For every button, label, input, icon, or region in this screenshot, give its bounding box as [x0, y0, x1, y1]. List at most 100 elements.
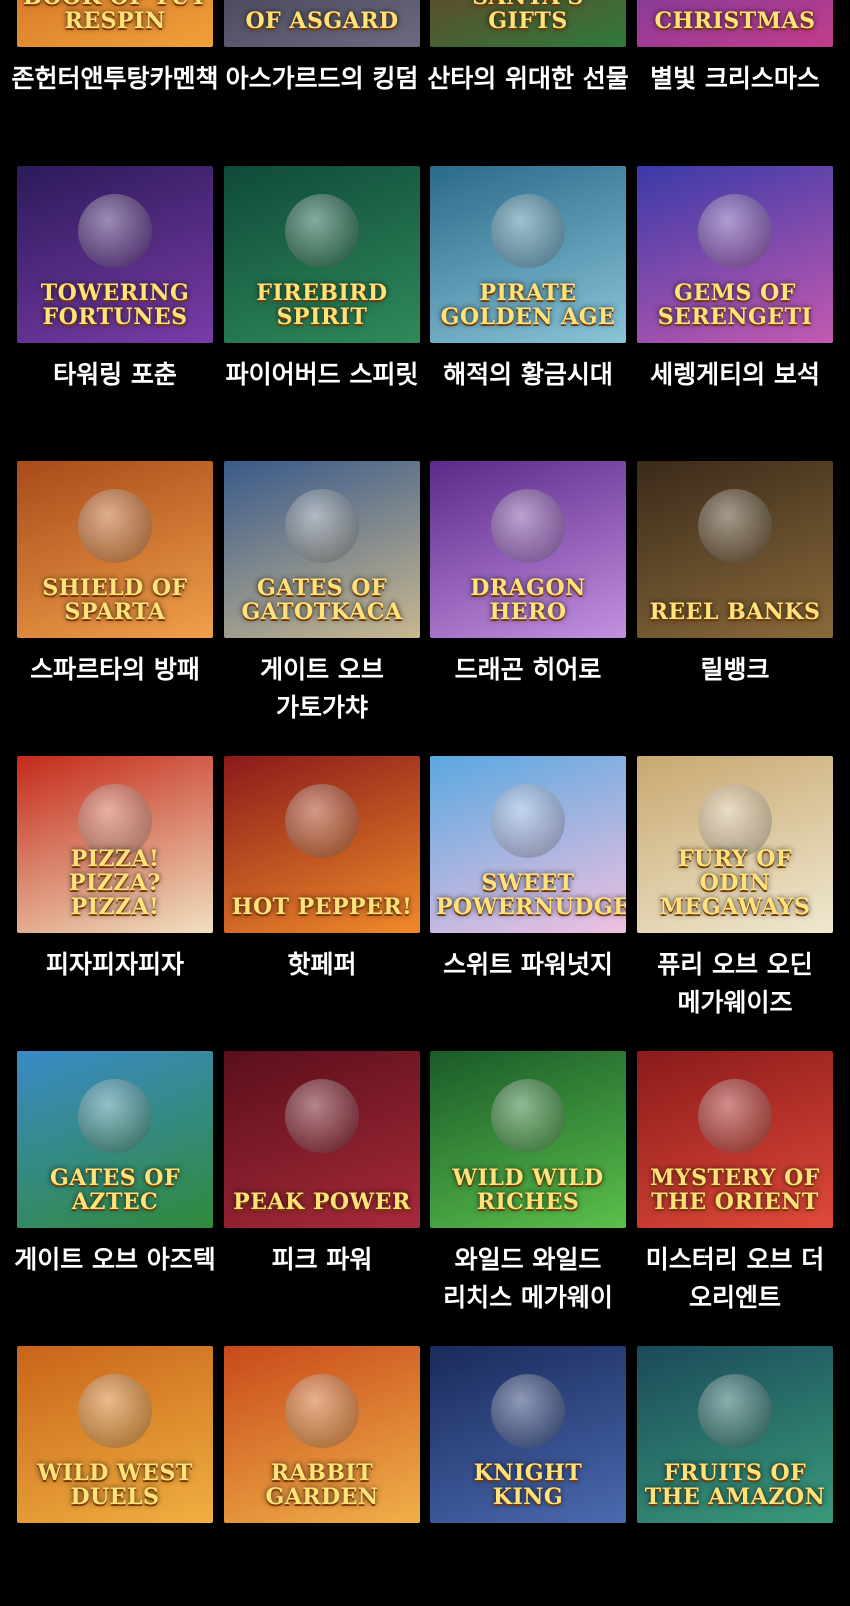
game-title[interactable]: 세렝게티의 보석: [631, 356, 839, 394]
game-title[interactable]: 파이어버드 스피릿: [218, 356, 426, 394]
game-tile[interactable]: FRUITS OF THE AMAZON: [637, 1346, 833, 1606]
game-title[interactable]: 해적의 황금시대: [424, 356, 632, 394]
game-title[interactable]: 핫페퍼: [218, 946, 426, 984]
game-tile[interactable]: Gates of GatotKaca 게이트 오브 가토가챠: [224, 461, 420, 722]
game-character-art: [78, 1374, 152, 1448]
game-logo-text: TOWERING FORTUNES: [40, 280, 190, 330]
game-title[interactable]: 별빛 크리스마스: [631, 60, 839, 98]
game-character-art: [285, 1079, 359, 1153]
game-logo-text: Christmas: [654, 8, 816, 34]
game-title[interactable]: 미스터리 오브 더 오리엔트: [631, 1241, 839, 1317]
game-tile[interactable]: PIZZA! PIZZA? PIZZA! 피자피자피자: [17, 756, 213, 1016]
game-tile[interactable]: PEAK POWER 피크 파워: [224, 1051, 420, 1311]
game-character-art: [698, 1079, 772, 1153]
game-logo-text: REEL BANKS: [649, 599, 821, 625]
game-title[interactable]: 산타의 위대한 선물: [424, 60, 632, 98]
game-tile[interactable]: FIREBIRD Spirit 파이어버드 스피릿: [224, 166, 420, 426]
game-thumbnail[interactable]: FIREBIRD Spirit: [224, 166, 420, 343]
game-title[interactable]: 드래곤 히어로: [424, 651, 632, 689]
game-thumbnail[interactable]: TOWERING FORTUNES: [17, 166, 213, 343]
game-thumbnail[interactable]: KNIGHT KING: [430, 1346, 626, 1523]
game-logo-text: MYSTERY OF THE ORIENT: [650, 1165, 820, 1215]
game-thumbnail[interactable]: FRUITS OF THE AMAZON: [637, 1346, 833, 1523]
game-logo-text: OF ASGARD: [245, 8, 399, 34]
game-title[interactable]: 게이트 오브 가토가챠: [218, 651, 426, 727]
game-tile[interactable]: MYSTERY OF THE ORIENT 미스터리 오브 더 오리엔트: [637, 1051, 833, 1312]
game-thumbnail[interactable]: Sweet POWERNUDGE: [430, 756, 626, 933]
game-logo-text: Gates of GatotKaca: [241, 575, 403, 625]
game-tile[interactable]: WILD WEST DUELS: [17, 1346, 213, 1606]
game-tile[interactable]: TOWERING FORTUNES 타워링 포춘: [17, 166, 213, 426]
game-title[interactable]: 릴뱅크: [631, 651, 839, 689]
game-tile[interactable]: DRAGON HERO 드래곤 히어로: [430, 461, 626, 721]
game-title[interactable]: 존헌터앤투탕카멘책: [11, 60, 219, 98]
game-logo-text: FURY OF ODIN MEGAWAYS: [659, 846, 811, 920]
game-tile[interactable]: Sweet POWERNUDGE 스위트 파워넛지: [430, 756, 626, 1016]
game-tile[interactable]: REEL BANKS 릴뱅크: [637, 461, 833, 721]
game-character-art: [78, 1079, 152, 1153]
game-character-art: [285, 194, 359, 268]
game-tile[interactable]: OF ASGARD 아스가르드의 킹덤: [224, 0, 420, 130]
game-thumbnail[interactable]: Rabbit GARDEN: [224, 1346, 420, 1523]
game-tile[interactable]: Rabbit GARDEN: [224, 1346, 420, 1606]
game-tile[interactable]: PIRATE GOLDEN AGE 해적의 황금시대: [430, 166, 626, 426]
game-thumbnail[interactable]: DRAGON HERO: [430, 461, 626, 638]
game-logo-text: Sweet POWERNUDGE: [436, 870, 626, 920]
game-thumbnail[interactable]: BOOK OF TUT RESPIN: [17, 0, 213, 47]
game-title[interactable]: 퓨리 오브 오딘 메가웨이즈: [631, 946, 839, 1022]
game-character-art: [491, 489, 565, 563]
game-tile[interactable]: SHIELD OF SPARTA 스파르타의 방패: [17, 461, 213, 721]
game-tile[interactable]: KNIGHT KING: [430, 1346, 626, 1606]
game-thumbnail[interactable]: SHIELD OF SPARTA: [17, 461, 213, 638]
game-thumbnail[interactable]: PEAK POWER: [224, 1051, 420, 1228]
game-tile[interactable]: GEMS OF SERENGETI 세렝게티의 보석: [637, 166, 833, 426]
game-character-art: [698, 194, 772, 268]
game-title[interactable]: 와일드 와일드 리치스 메가웨이: [424, 1241, 632, 1317]
game-tile[interactable]: HOT PEPPER! 핫페퍼: [224, 756, 420, 1016]
game-logo-text: GATES OF AZTEC: [49, 1165, 181, 1215]
game-thumbnail[interactable]: MYSTERY OF THE ORIENT: [637, 1051, 833, 1228]
game-tile[interactable]: FURY OF ODIN MEGAWAYS 퓨리 오브 오딘 메가웨이즈: [637, 756, 833, 1017]
game-character-art: [78, 194, 152, 268]
game-character-art: [698, 1374, 772, 1448]
game-grid: BOOK OF TUT RESPIN존헌터앤투탕카멘책OF ASGARD아스가르…: [0, 0, 850, 1537]
game-thumbnail[interactable]: REEL BANKS: [637, 461, 833, 638]
game-title[interactable]: 피크 파워: [218, 1241, 426, 1279]
game-title[interactable]: 게이트 오브 아즈텍: [11, 1241, 219, 1279]
game-tile[interactable]: Christmas 별빛 크리스마스: [637, 0, 833, 130]
game-title[interactable]: 피자피자피자: [11, 946, 219, 984]
game-thumbnail[interactable]: OF ASGARD: [224, 0, 420, 47]
game-character-art: [491, 784, 565, 858]
game-logo-text: PIZZA! PIZZA? PIZZA!: [69, 846, 161, 920]
game-character-art: [491, 194, 565, 268]
game-tile[interactable]: BOOK OF TUT RESPIN 존헌터앤투탕카멘책: [11, 0, 219, 130]
game-thumbnail[interactable]: PIRATE GOLDEN AGE: [430, 166, 626, 343]
game-thumbnail[interactable]: SANTA'S GIFTS: [430, 0, 626, 47]
game-tile[interactable]: SANTA'S GIFTS 산타의 위대한 선물: [427, 0, 629, 130]
game-title[interactable]: 스위트 파워넛지: [424, 946, 632, 984]
game-thumbnail[interactable]: GATES OF AZTEC: [17, 1051, 213, 1228]
game-thumbnail[interactable]: WILD WEST DUELS: [17, 1346, 213, 1523]
game-character-art: [285, 784, 359, 858]
game-thumbnail[interactable]: GEMS OF SERENGETI: [637, 166, 833, 343]
game-logo-text: WILD WEST DUELS: [37, 1460, 193, 1510]
game-thumbnail[interactable]: Gates of GatotKaca: [224, 461, 420, 638]
game-thumbnail[interactable]: HOT PEPPER!: [224, 756, 420, 933]
game-character-art: [78, 489, 152, 563]
game-character-art: [698, 489, 772, 563]
game-logo-text: GEMS OF SERENGETI: [657, 280, 813, 330]
game-logo-text: HOT PEPPER!: [231, 894, 413, 920]
game-title[interactable]: 아스가르드의 킹덤: [218, 60, 426, 98]
game-logo-text: WILD WILD RICHES: [452, 1165, 604, 1215]
game-logo-text: SANTA'S GIFTS: [472, 0, 583, 34]
game-character-art: [285, 1374, 359, 1448]
game-thumbnail[interactable]: WILD WILD RICHES: [430, 1051, 626, 1228]
game-thumbnail[interactable]: PIZZA! PIZZA? PIZZA!: [17, 756, 213, 933]
game-tile[interactable]: WILD WILD RICHES 와일드 와일드 리치스 메가웨이: [430, 1051, 626, 1312]
game-thumbnail[interactable]: FURY OF ODIN MEGAWAYS: [637, 756, 833, 933]
game-logo-text: SHIELD OF SPARTA: [42, 575, 188, 625]
game-title[interactable]: 스파르타의 방패: [11, 651, 219, 689]
game-thumbnail[interactable]: Christmas: [637, 0, 833, 47]
game-tile[interactable]: GATES OF AZTEC 게이트 오브 아즈텍: [14, 1051, 216, 1311]
game-title[interactable]: 타워링 포춘: [11, 356, 219, 394]
